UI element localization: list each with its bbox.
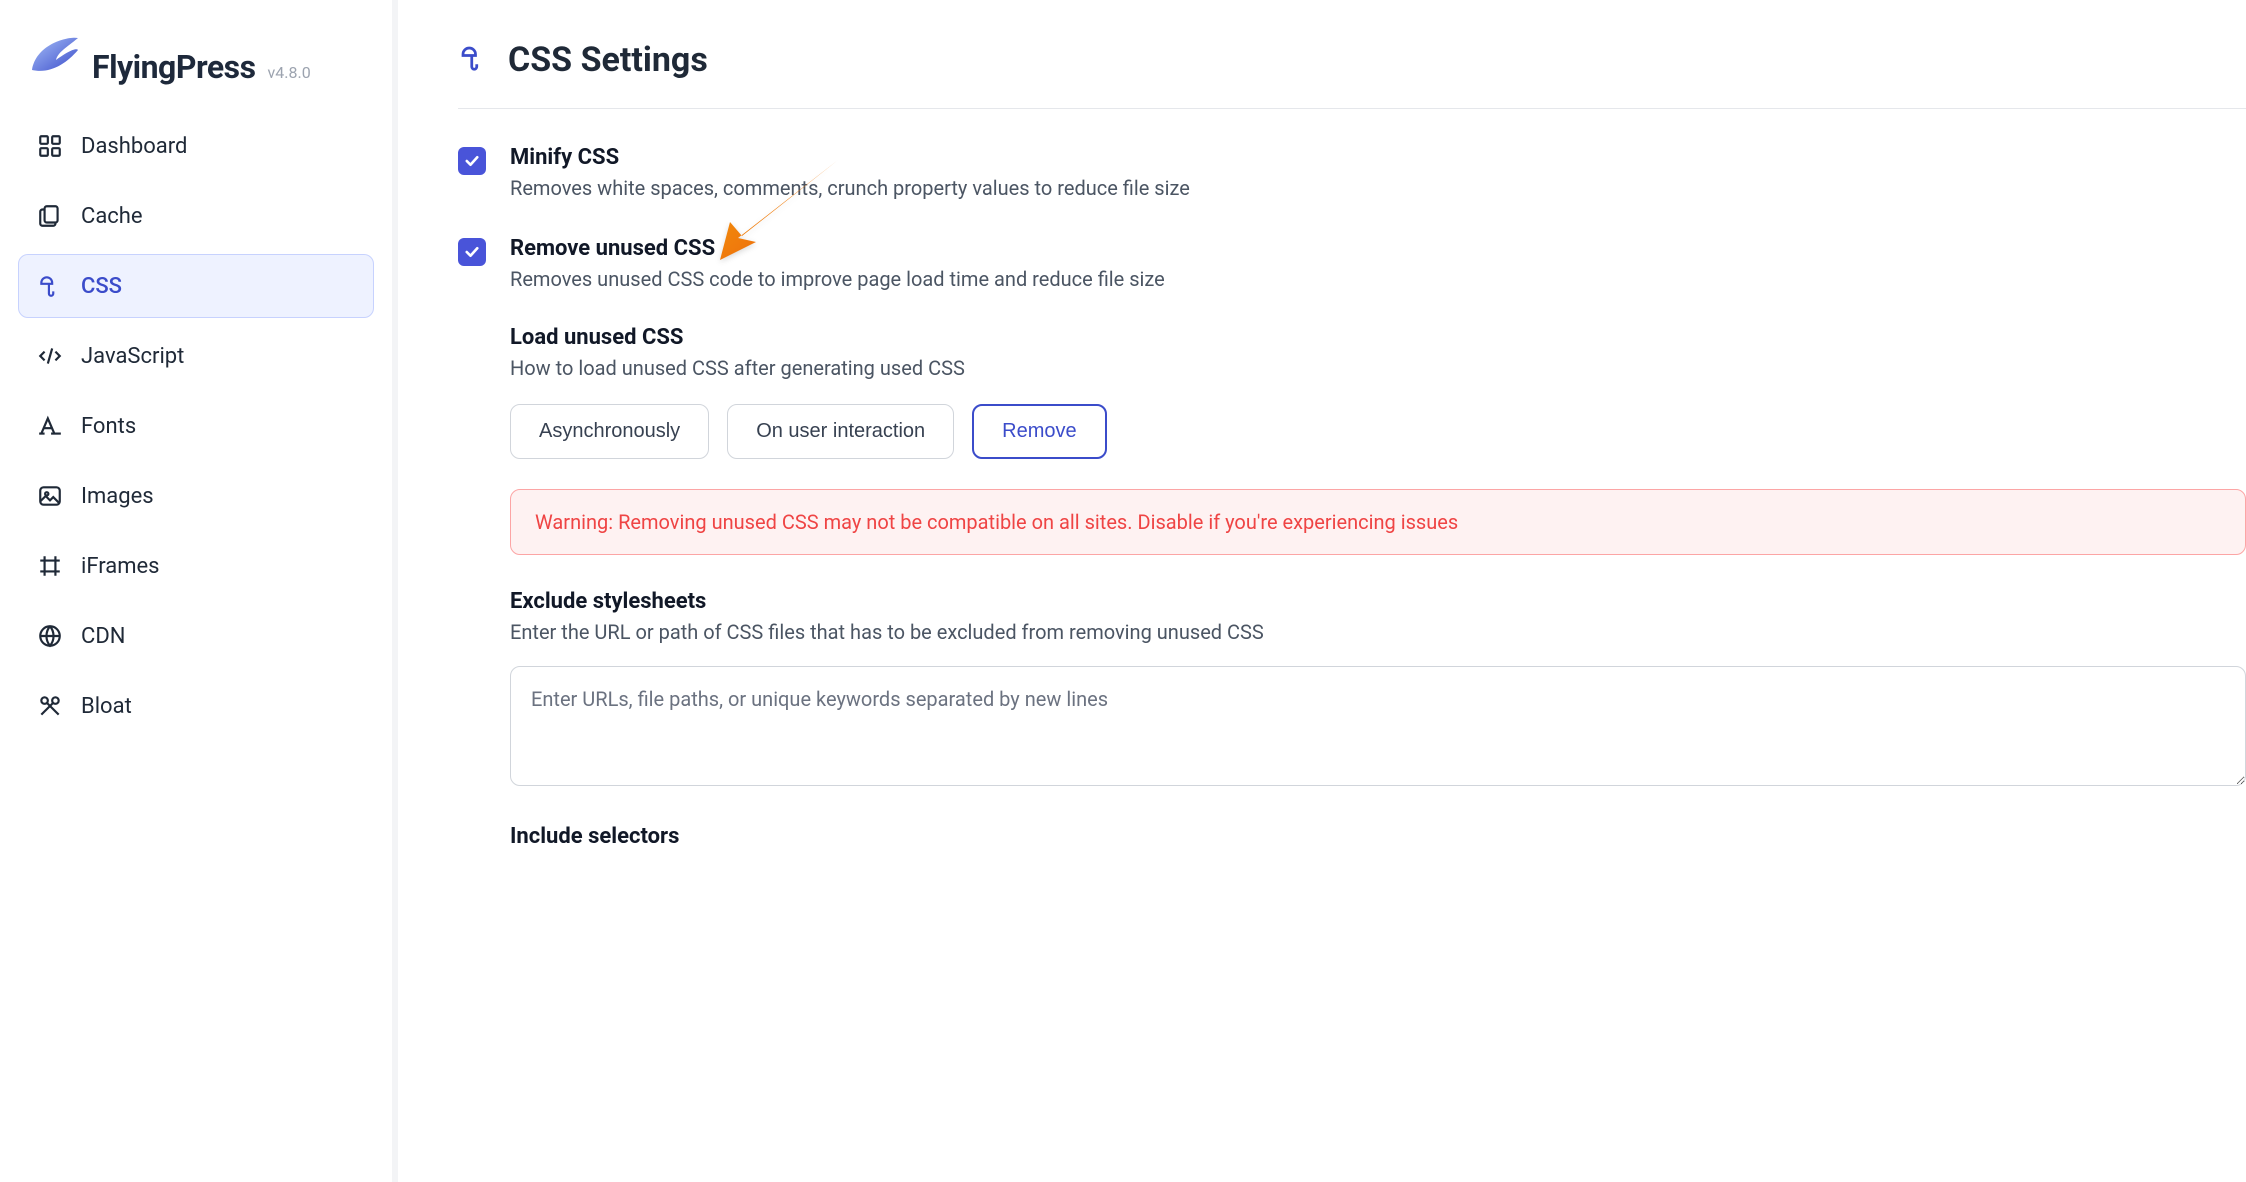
sidebar-item-images[interactable]: Images [18, 464, 374, 528]
sidebar-item-label: Cache [81, 204, 143, 229]
brand-logo: FlyingPress v4.8.0 [18, 30, 374, 114]
brand-logo-icon [26, 30, 80, 78]
bloat-icon [37, 693, 63, 719]
sidebar-item-cache[interactable]: Cache [18, 184, 374, 248]
javascript-icon [37, 343, 63, 369]
load-unused-radio-group: Asynchronously On user interaction Remov… [510, 404, 2246, 459]
sidebar-item-fonts[interactable]: Fonts [18, 394, 374, 458]
exclude-stylesheets-input[interactable] [510, 666, 2246, 786]
include-selectors-section: Include selectors [510, 824, 2246, 849]
option-asynchronously[interactable]: Asynchronously [510, 404, 709, 459]
sidebar-item-label: Dashboard [81, 134, 187, 159]
sidebar-item-javascript[interactable]: JavaScript [18, 324, 374, 388]
cdn-icon [37, 623, 63, 649]
sidebar-item-label: Bloat [81, 694, 132, 719]
exclude-stylesheets-section: Exclude stylesheets Enter the URL or pat… [510, 589, 2246, 790]
sub-title: Load unused CSS [510, 325, 2246, 350]
sidebar-nav: Dashboard Cache CSS JavaScript Fonts [18, 114, 374, 738]
load-unused-css-section: Load unused CSS How to load unused CSS a… [510, 325, 2246, 555]
setting-desc: Removes white spaces, comments, crunch p… [510, 176, 2246, 200]
page-heading: CSS Settings [458, 40, 2246, 109]
annotation-arrow-icon [398, 230, 400, 354]
brand-version: v4.8.0 [268, 63, 311, 82]
sidebar-item-label: Images [81, 484, 154, 509]
sidebar-item-dashboard[interactable]: Dashboard [18, 114, 374, 178]
brand-name: FlyingPress [92, 48, 256, 86]
css-icon [458, 43, 488, 77]
dashboard-icon [37, 133, 63, 159]
warning-message: Warning: Removing unused CSS may not be … [510, 489, 2246, 555]
css-icon [37, 273, 63, 299]
sidebar-item-bloat[interactable]: Bloat [18, 674, 374, 738]
fonts-icon [37, 413, 63, 439]
sub-title: Exclude stylesheets [510, 589, 2246, 614]
setting-title: Minify CSS [510, 145, 2246, 170]
remove-unused-css-checkbox[interactable] [458, 238, 486, 266]
sidebar-item-iframes[interactable]: iFrames [18, 534, 374, 598]
setting-desc: Removes unused CSS code to improve page … [510, 267, 2246, 291]
sidebar-item-label: iFrames [81, 554, 160, 579]
sub-title: Include selectors [510, 824, 2246, 849]
iframes-icon [37, 553, 63, 579]
sidebar-item-label: Fonts [81, 414, 136, 439]
images-icon [37, 483, 63, 509]
option-remove[interactable]: Remove [972, 404, 1106, 459]
sidebar: FlyingPress v4.8.0 Dashboard Cache CSS [0, 0, 398, 1182]
setting-title: Remove unused CSS [510, 236, 2246, 261]
sub-desc: How to load unused CSS after generating … [510, 356, 2246, 380]
minify-css-checkbox[interactable] [458, 147, 486, 175]
page-title: CSS Settings [508, 40, 708, 80]
sidebar-item-label: CSS [81, 274, 122, 299]
setting-minify-css: Minify CSS Removes white spaces, comment… [458, 145, 2246, 200]
setting-remove-unused-css: Remove unused CSS Removes unused CSS cod… [458, 236, 2246, 291]
sidebar-item-label: CDN [81, 624, 125, 649]
sidebar-item-cdn[interactable]: CDN [18, 604, 374, 668]
sidebar-item-label: JavaScript [81, 344, 184, 369]
option-on-user-interaction[interactable]: On user interaction [727, 404, 954, 459]
main-content: CSS Settings Minify CSS Removes white sp… [398, 0, 2246, 1182]
sidebar-item-css[interactable]: CSS [18, 254, 374, 318]
cache-icon [37, 203, 63, 229]
sub-desc: Enter the URL or path of CSS files that … [510, 620, 2246, 644]
